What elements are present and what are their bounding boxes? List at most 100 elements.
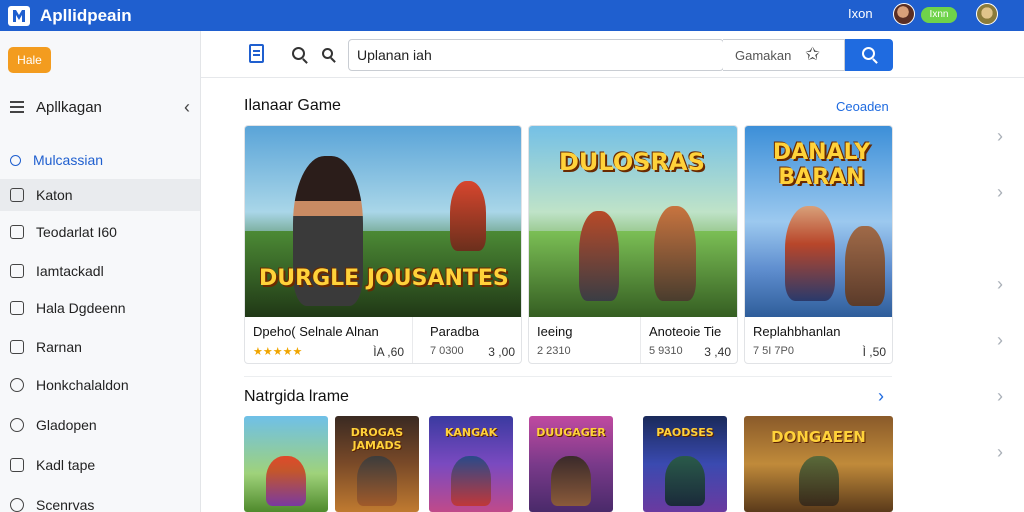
chevron-left-icon[interactable]: ‹ [184,97,190,118]
sidebar-item-iamtackadl[interactable]: Iamtackadl [0,255,200,287]
game-art: DURGLE JOUSANTES [245,126,521,317]
menu-icon [10,101,24,113]
game-stat: 2 2310 [537,345,571,357]
sidebar-item-teodarlat[interactable]: Teodarlat I60 [0,216,200,248]
game-card[interactable]: Paradba 7 0300 3 ,00 [422,317,521,363]
game-price: 3 ,00 [488,345,515,359]
sidebar-item-label: Iamtackadl [36,263,104,279]
sidebar-item-mulcassian[interactable]: Mulcassian [0,144,200,176]
user-name[interactable]: Ixon [848,6,873,21]
sidebar-item-label: Kadl tape [36,457,96,473]
game-card[interactable]: Dpeho( Selnale Alnan ★★★★★ ÌA ,60 [245,317,413,363]
grid-icon [10,225,24,239]
featured-see-all-link[interactable]: Ceoaden [836,99,889,114]
sidebar-item-label: Scenrvas [36,497,95,512]
sidebar-item-label: Mulcassian [33,152,104,168]
game-card[interactable]: Replahbhanlan 7 5I 7P0 Ì ,50 [745,317,892,363]
sidebar-item-label: Hala Dgdeenn [36,300,126,316]
featured-card-1[interactable]: DURGLE JOUSANTES Dpeho( Selnale Alnan ★★… [244,125,522,364]
sidebar-item-label: Gladopen [36,417,97,433]
chevron-right-icon[interactable]: › [878,386,884,407]
sidebar-item-honkchalaldon[interactable]: Honkchalaldon [0,369,200,401]
app-title: Apllidpeain [40,5,132,25]
game-art: DULOSRAS [529,126,737,317]
chevron-right-icon[interactable]: › [997,182,1003,203]
magnifier-icon [862,47,875,60]
sidebar-item-katon[interactable]: Katon [0,179,200,211]
sidebar-header[interactable]: Apllkagan ‹ [0,91,200,123]
sidebar-badge[interactable]: Hale [8,47,51,73]
game-banner-text: DANALY BARAN [772,140,871,190]
game-thumb-2[interactable]: DROGAS JAMADS [335,416,419,512]
featured-card-3[interactable]: DANALY BARAN Replahbhanlan 7 5I 7P0 Ì ,… [744,125,893,364]
featured-section-title: Ilanaar Game [244,97,341,114]
game-banner-text: DULOSRAS [559,148,705,176]
chevron-right-icon[interactable]: › [997,442,1003,463]
rating-stars: ★★★★★ [253,346,303,358]
section-divider [244,376,892,377]
search-bar-row: Gamakan ✩ [201,31,1024,78]
game-stat: 7 0300 [430,345,464,357]
game-name: Dpeho( Selnale Alnan [253,324,379,339]
sidebar-item-kadl-tape[interactable]: Kadl tape [0,449,200,481]
calendar-icon [10,264,24,278]
filter-label: Gamakan [735,48,792,63]
game-price: 3 ,40 [704,345,731,359]
app-logo-icon[interactable] [8,5,30,26]
game-name: Anoteoie Tie [649,324,722,339]
game-thumb-title: DROGAS JAMADS [350,426,404,452]
game-thumb-5[interactable]: PAODSES [643,416,727,512]
sidebar-item-label: Katon [36,187,73,203]
user-avatar[interactable] [893,3,915,25]
game-art: DANALY BARAN [745,126,892,317]
game-thumb-title: KANGAK [444,426,498,439]
chevron-right-icon[interactable]: › [997,274,1003,295]
box-icon [10,340,24,354]
game-price: ÌA ,60 [373,345,404,359]
message-icon [10,301,24,315]
chevron-right-icon[interactable]: › [997,386,1003,407]
search-filter[interactable]: Gamakan ✩ [723,39,845,71]
game-thumb-1[interactable] [244,416,328,512]
new-games-section-title: Natrgida lrame [244,388,349,405]
document-icon[interactable] [249,44,264,63]
chevron-right-icon[interactable]: › [997,126,1003,147]
sidebar-header-label: Apllkagan [36,98,102,116]
game-thumb-title: PAODSES [656,426,714,439]
game-thumb-4[interactable]: DUUGAGER [529,416,613,512]
game-price: Ì ,50 [862,345,886,359]
settings-icon [10,498,24,512]
game-stat: 7 5I 7P0 [753,345,794,357]
top-bar: Apllidpeain Ixon Ixnn [0,0,1024,31]
sidebar: Hale Apllkagan ‹ Mulcassian Katon Teodar… [0,31,201,512]
game-card[interactable]: Ieeing 2 2310 [529,317,641,363]
game-banner-text: DURGLE JOUSANTES [259,266,509,291]
game-thumb-title: DUUGAGER [536,426,606,439]
game-thumb-3[interactable]: KANGAK [429,416,513,512]
featured-card-2[interactable]: DULOSRAS Ieeing 2 2310 Anoteoie Tie 5 93… [528,125,738,364]
edit-icon [10,458,24,472]
folder-icon [10,188,24,202]
game-stat: 5 9310 [649,345,683,357]
sidebar-item-label: Honkchalaldon [36,377,129,393]
search-small-icon[interactable] [322,48,333,59]
game-thumb-title: DONGAEEN [771,428,866,446]
status-pill[interactable]: Ixnn [921,7,957,23]
sidebar-item-gladopen[interactable]: Gladopen [0,409,200,441]
game-name: Paradba [430,324,480,339]
star-icon[interactable]: ✩ [805,44,820,65]
chevron-right-icon[interactable]: › [997,330,1003,351]
chat-icon [10,418,24,432]
sidebar-item-scenrvas[interactable]: Scenrvas [0,489,200,512]
sidebar-item-label: Rarnan [36,339,82,355]
search-input[interactable] [348,39,724,71]
game-card[interactable]: Anoteoie Tie 5 9310 3 ,40 [641,317,737,363]
search-icon [10,154,21,166]
search-button[interactable] [845,39,893,71]
search-icon[interactable] [292,47,305,60]
game-thumb-6[interactable]: DONGAEEN [744,416,893,512]
game-name: Ieeing [537,324,573,339]
profile-avatar[interactable] [976,3,998,25]
sidebar-item-rarnan[interactable]: Rarnan [0,331,200,363]
sidebar-item-hala[interactable]: Hala Dgdeenn [0,292,200,324]
